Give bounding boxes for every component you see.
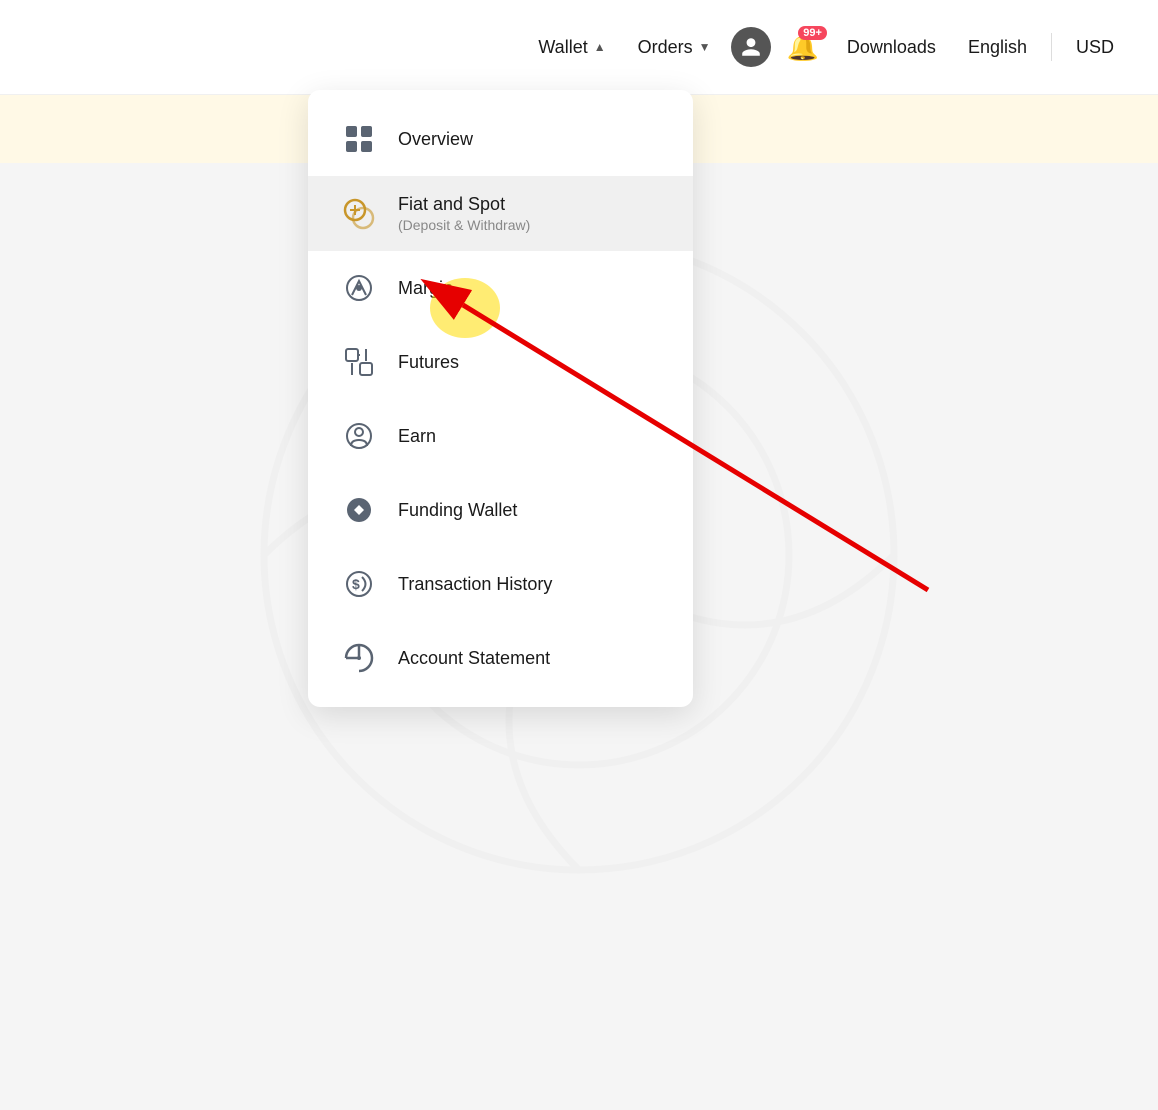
orders-nav-item[interactable]: Orders ▼ — [626, 29, 723, 66]
fiat-spot-icon — [340, 195, 378, 233]
transaction-history-icon: $ — [340, 565, 378, 603]
notification-bell[interactable]: 🔔 99+ — [779, 24, 827, 71]
usd-label: USD — [1076, 37, 1114, 58]
earn-icon — [340, 417, 378, 455]
futures-text: Futures — [398, 352, 459, 373]
svg-text:$: $ — [352, 576, 360, 592]
menu-item-margin[interactable]: Margin — [308, 251, 693, 325]
transaction-history-text: Transaction History — [398, 574, 552, 595]
funding-wallet-text: Funding Wallet — [398, 500, 517, 521]
account-statement-icon — [340, 639, 378, 677]
fiat-spot-label: Fiat and Spot — [398, 194, 530, 215]
account-statement-label: Account Statement — [398, 648, 550, 669]
english-label: English — [968, 37, 1027, 58]
menu-item-transaction-history[interactable]: $ Transaction History — [308, 547, 693, 621]
menu-item-account-statement[interactable]: Account Statement — [308, 621, 693, 695]
orders-chevron-icon: ▼ — [699, 40, 711, 54]
avatar[interactable] — [731, 27, 771, 67]
account-statement-text: Account Statement — [398, 648, 550, 669]
language-nav-item[interactable]: English — [956, 29, 1039, 66]
funding-wallet-label: Funding Wallet — [398, 500, 517, 521]
wallet-dropdown-menu: Overview Fiat and Spot (Deposit & Withdr… — [308, 90, 693, 707]
fiat-spot-text: Fiat and Spot (Deposit & Withdraw) — [398, 194, 530, 233]
margin-label: Margin — [398, 278, 453, 299]
wallet-chevron-icon: ▲ — [594, 40, 606, 54]
margin-icon — [340, 269, 378, 307]
currency-nav-item[interactable]: USD — [1064, 29, 1126, 66]
menu-item-funding-wallet[interactable]: Funding Wallet — [308, 473, 693, 547]
futures-label: Futures — [398, 352, 459, 373]
menu-item-earn[interactable]: Earn — [308, 399, 693, 473]
margin-text: Margin — [398, 278, 453, 299]
orders-label: Orders — [638, 37, 693, 58]
fiat-spot-sublabel: (Deposit & Withdraw) — [398, 217, 530, 233]
earn-label: Earn — [398, 426, 436, 447]
overview-text: Overview — [398, 129, 473, 150]
nav-divider — [1051, 33, 1052, 61]
downloads-label: Downloads — [847, 37, 936, 58]
transaction-history-label: Transaction History — [398, 574, 552, 595]
downloads-nav-item[interactable]: Downloads — [835, 29, 948, 66]
funding-wallet-icon — [340, 491, 378, 529]
menu-item-futures[interactable]: Futures — [308, 325, 693, 399]
earn-text: Earn — [398, 426, 436, 447]
menu-item-overview[interactable]: Overview — [308, 102, 693, 176]
wallet-nav-item[interactable]: Wallet ▲ — [526, 29, 617, 66]
menu-item-fiat-spot[interactable]: Fiat and Spot (Deposit & Withdraw) — [308, 176, 693, 251]
wallet-label: Wallet — [538, 37, 587, 58]
notification-badge: 99+ — [798, 26, 827, 40]
overview-label: Overview — [398, 129, 473, 150]
futures-icon — [340, 343, 378, 381]
top-nav: Wallet ▲ Orders ▼ 🔔 99+ Downloads Englis… — [0, 0, 1158, 95]
grid-icon — [340, 120, 378, 158]
